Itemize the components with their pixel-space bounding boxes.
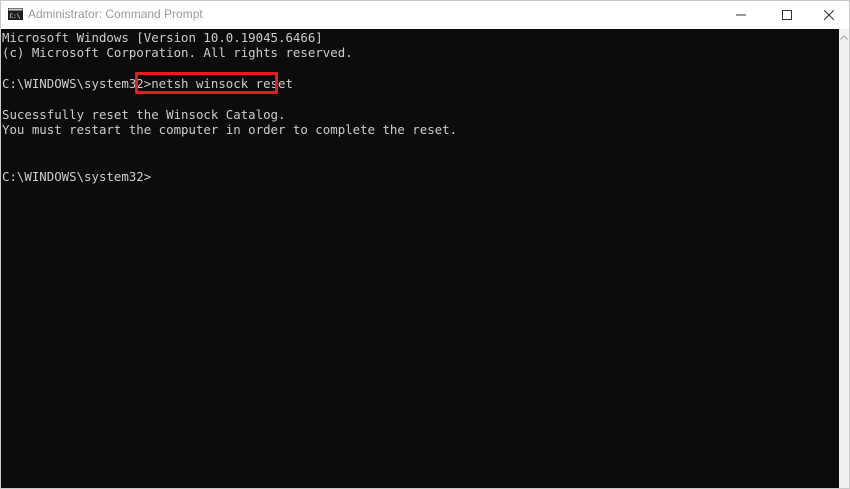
console-prompt-line: C:\WINDOWS\system32> [2,169,152,184]
console-line: Sucessfully reset the Winsock Catalog. [2,107,286,122]
vertical-scrollbar[interactable] [839,29,849,488]
console-output[interactable]: Microsoft Windows [Version 10.0.19045.64… [1,29,839,488]
svg-text:C:\: C:\ [10,13,21,20]
scrollbar-track[interactable] [840,45,848,485]
minimize-icon [736,14,746,16]
maximize-icon [782,10,792,20]
command-prompt-window: C:\ Administrator: Command Prompt Micros… [0,0,850,489]
console-line: (c) Microsoft Corporation. All rights re… [2,45,353,60]
chevron-up-icon [840,34,848,40]
close-icon [824,10,834,20]
command-highlight-box [135,72,278,94]
scroll-up-button[interactable] [839,29,849,45]
minimize-button[interactable] [718,1,764,29]
close-button[interactable] [806,1,849,29]
console-line: You must restart the computer in order t… [2,122,458,137]
console-line: Microsoft Windows [Version 10.0.19045.64… [2,30,323,45]
window-title: Administrator: Command Prompt [28,7,203,21]
maximize-button[interactable] [764,1,810,29]
title-bar[interactable]: C:\ Administrator: Command Prompt [1,1,849,29]
cmd-app-icon: C:\ [8,8,23,20]
